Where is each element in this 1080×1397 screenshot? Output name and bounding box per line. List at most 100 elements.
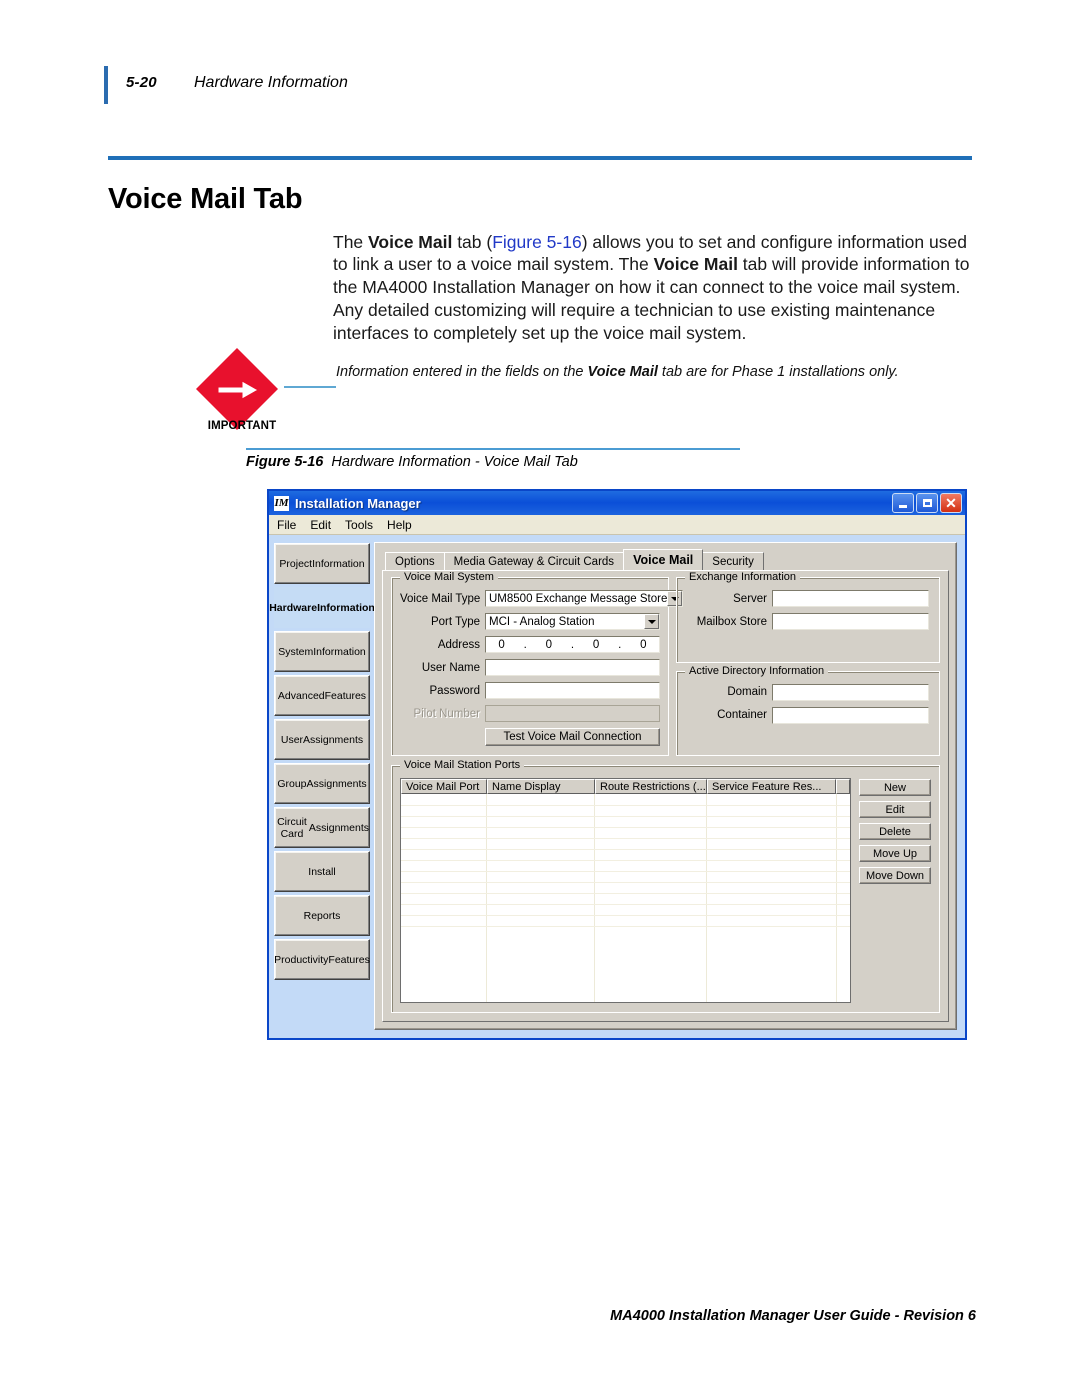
important-note: IMPORTANT Information entered in the fie… (195, 347, 986, 450)
server-row: Server (685, 590, 929, 607)
note-text-a: Information entered in the fields on the (336, 364, 588, 380)
column-header-spacer (836, 779, 850, 794)
body-paragraph: The Voice Mail tab (Figure 5-16) allows … (333, 231, 983, 345)
close-button[interactable]: ✕ (940, 493, 962, 513)
new-button[interactable]: New (859, 779, 931, 796)
port-type-row: Port Type MCI - Analog Station (400, 613, 660, 630)
port-type-select[interactable]: MCI - Analog Station (485, 613, 660, 630)
password-row: Password (400, 682, 660, 699)
column-header-service-feature-restrictions[interactable]: Service Feature Res... (707, 779, 836, 794)
column-header-voice-mail-port[interactable]: Voice Mail Port (401, 779, 487, 794)
sidebar-item-install[interactable]: Install (274, 851, 370, 892)
tab-strip: Options Media Gateway & Circuit Cards Vo… (382, 549, 949, 570)
menu-item-edit[interactable]: Edit (310, 518, 331, 532)
edit-button[interactable]: Edit (859, 801, 931, 818)
voice-mail-station-ports-legend: Voice Mail Station Ports (400, 759, 525, 771)
sidebar-item-project-information[interactable]: Project Information (274, 543, 370, 584)
exchange-information-legend: Exchange Information (685, 571, 801, 583)
note-bold-voice-mail: Voice Mail (587, 364, 658, 380)
voice-mail-station-ports-group: Voice Mail Station Ports Voice Mail Port… (391, 759, 940, 1013)
minimize-icon (899, 504, 907, 508)
station-ports-actions: New Edit Delete Move Up Move Down (859, 778, 931, 1003)
table-header-row: Voice Mail Port Name Display Route Restr… (401, 779, 850, 794)
active-directory-information-legend: Active Directory Information (685, 664, 829, 677)
domain-label: Domain (727, 686, 767, 698)
sidebar-item-user-assignments[interactable]: User Assignments (274, 719, 370, 760)
container-row: Container (685, 706, 929, 724)
address-separator-1: . (523, 638, 527, 651)
sidebar-item-hardware-information[interactable]: Hardware Information (269, 587, 375, 628)
page-number: 5-20 (126, 74, 157, 91)
app-icon: IM (274, 495, 289, 511)
note-text-c: tab are for Phase 1 installations only. (657, 364, 899, 380)
active-directory-information-group: Active Directory Information Domain Cont… (676, 664, 940, 756)
container-input[interactable] (772, 706, 929, 724)
voice-mail-type-label: Voice Mail Type (400, 592, 481, 605)
sidebar-item-system-information[interactable]: System Information (274, 631, 370, 672)
user-name-row: User Name (400, 659, 660, 676)
para-bold-voice-mail-2: Voice Mail (653, 254, 738, 275)
sidebar-item-reports[interactable]: Reports (274, 895, 370, 936)
pilot-number-row: Pilot Number (400, 705, 660, 722)
sidebar-nav: Project Information Hardware Information S… (269, 542, 375, 1030)
server-input[interactable] (772, 590, 929, 607)
tab-security[interactable]: Security (702, 552, 764, 570)
figure-cross-reference[interactable]: Figure 5-16 (492, 232, 582, 252)
note-leader-line (284, 386, 336, 388)
tab-media-gateway-circuit-cards[interactable]: Media Gateway & Circuit Cards (443, 552, 625, 570)
station-ports-table[interactable]: Voice Mail Port Name Display Route Restr… (400, 778, 851, 1003)
chevron-down-icon[interactable] (644, 614, 659, 629)
mailbox-store-input[interactable] (772, 613, 929, 630)
tab-options[interactable]: Options (385, 552, 445, 570)
voice-mail-system-legend: Voice Mail System (400, 571, 498, 583)
sidebar-item-advanced-features[interactable]: Advanced Features (274, 675, 370, 716)
menu-item-file[interactable]: File (277, 518, 296, 532)
address-octet-4: 0 (640, 638, 647, 651)
voice-mail-type-select[interactable]: UM8500 Exchange Message Store (485, 590, 684, 607)
move-up-button[interactable]: Move Up (859, 845, 931, 862)
tab-voice-mail[interactable]: Voice Mail (623, 549, 704, 570)
menu-bar: File Edit Tools Help (269, 515, 965, 535)
figure-caption-number: Figure 5-16 (246, 454, 324, 470)
installation-manager-window: IM Installation Manager ✕ File Edit Tool… (267, 489, 967, 1040)
figure-caption-text: Hardware Information - Voice Mail Tab (331, 454, 578, 470)
column-header-route-restrictions[interactable]: Route Restrictions (... (595, 779, 707, 794)
user-name-input[interactable] (485, 659, 660, 676)
figure-caption: Figure 5-16 Hardware Information - Voice… (246, 454, 578, 470)
port-type-value: MCI - Analog Station (489, 615, 595, 628)
menu-item-help[interactable]: Help (387, 518, 412, 532)
sidebar-item-productivity-features[interactable]: Productivity Features (274, 939, 370, 980)
delete-button[interactable]: Delete (859, 823, 931, 840)
address-octet-3: 0 (592, 638, 600, 651)
para-text-a: The (333, 231, 369, 252)
voice-mail-tab-panel: Voice Mail System Voice Mail Type UM8500… (382, 570, 949, 1022)
minimize-button[interactable] (892, 493, 914, 513)
header-accent-rule (104, 66, 108, 104)
window-title: Installation Manager (295, 495, 421, 511)
exchange-information-group: Exchange Information Server Mailbox Stor… (676, 571, 940, 663)
sidebar-item-group-assignments[interactable]: Group Assignments (274, 763, 370, 804)
password-input[interactable] (485, 682, 660, 699)
window-controls: ✕ (892, 493, 962, 513)
voice-mail-type-value: UM8500 Exchange Message Store (489, 592, 668, 605)
server-label: Server (733, 592, 767, 605)
pilot-number-label: Pilot Number (413, 707, 480, 720)
window-titlebar[interactable]: IM Installation Manager ✕ (269, 491, 965, 515)
page-footer: MA4000 Installation Manager User Guide -… (610, 1308, 976, 1324)
important-note-text: Information entered in the fields on the… (336, 363, 986, 383)
move-down-button[interactable]: Move Down (859, 867, 931, 884)
maximize-button[interactable] (916, 493, 938, 513)
test-voice-mail-connection-button[interactable]: Test Voice Mail Connection (485, 728, 660, 746)
menu-item-tools[interactable]: Tools (345, 518, 373, 532)
address-octet-2: 0 (545, 638, 553, 651)
address-ip-input[interactable]: 0 . 0 . 0 . 0 (485, 636, 660, 653)
column-header-name-display[interactable]: Name Display (487, 779, 595, 794)
important-icon: IMPORTANT (195, 347, 284, 450)
title-rule (108, 156, 972, 160)
important-label: IMPORTANT (207, 420, 277, 432)
voice-mail-type-row: Voice Mail Type UM8500 Exchange Message … (400, 590, 684, 607)
domain-input[interactable] (772, 683, 929, 701)
sidebar-item-circuit-card-assignments[interactable]: Circuit Card Assignments (274, 807, 370, 848)
address-row: Address 0 . 0 . 0 . 0 (400, 636, 660, 653)
page-title: Voice Mail Tab (108, 183, 303, 216)
